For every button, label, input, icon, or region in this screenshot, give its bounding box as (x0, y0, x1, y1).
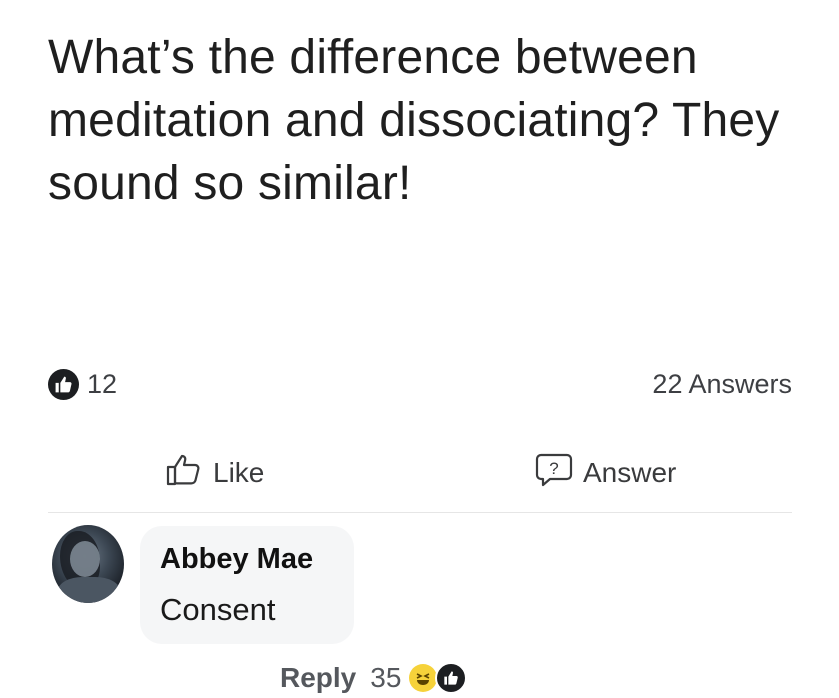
haha-icon (409, 664, 438, 692)
comment-text: Consent (160, 592, 276, 627)
question-title: What’s the difference between meditation… (48, 31, 780, 210)
reaction-count: 35 (370, 662, 402, 693)
reply-button[interactable]: Reply (280, 662, 356, 694)
avatar[interactable] (52, 525, 124, 603)
like-summary[interactable]: 12 (48, 368, 118, 400)
like-badge-icon (48, 368, 79, 400)
answer-button[interactable]: ? Answer (535, 450, 676, 496)
like-button[interactable]: Like (165, 450, 264, 496)
post-stats: 12 22 Answers (48, 366, 792, 402)
comment-author[interactable]: Abbey Mae (160, 543, 313, 576)
like-icon (435, 662, 468, 694)
section-divider (48, 512, 792, 513)
thumbs-up-icon (165, 453, 203, 494)
svg-text:?: ? (549, 459, 558, 478)
action-bar: Like ? Answer (0, 450, 839, 496)
answers-count-link[interactable]: 22 Answers (652, 369, 792, 400)
like-button-label: Like (213, 457, 265, 488)
like-count: 12 (87, 368, 118, 399)
reaction-summary[interactable]: 35 (370, 662, 468, 694)
question-bubble-icon: ? (535, 452, 573, 495)
answer-button-label: Answer (583, 457, 677, 488)
comment-actions: Reply 35 (280, 658, 468, 698)
